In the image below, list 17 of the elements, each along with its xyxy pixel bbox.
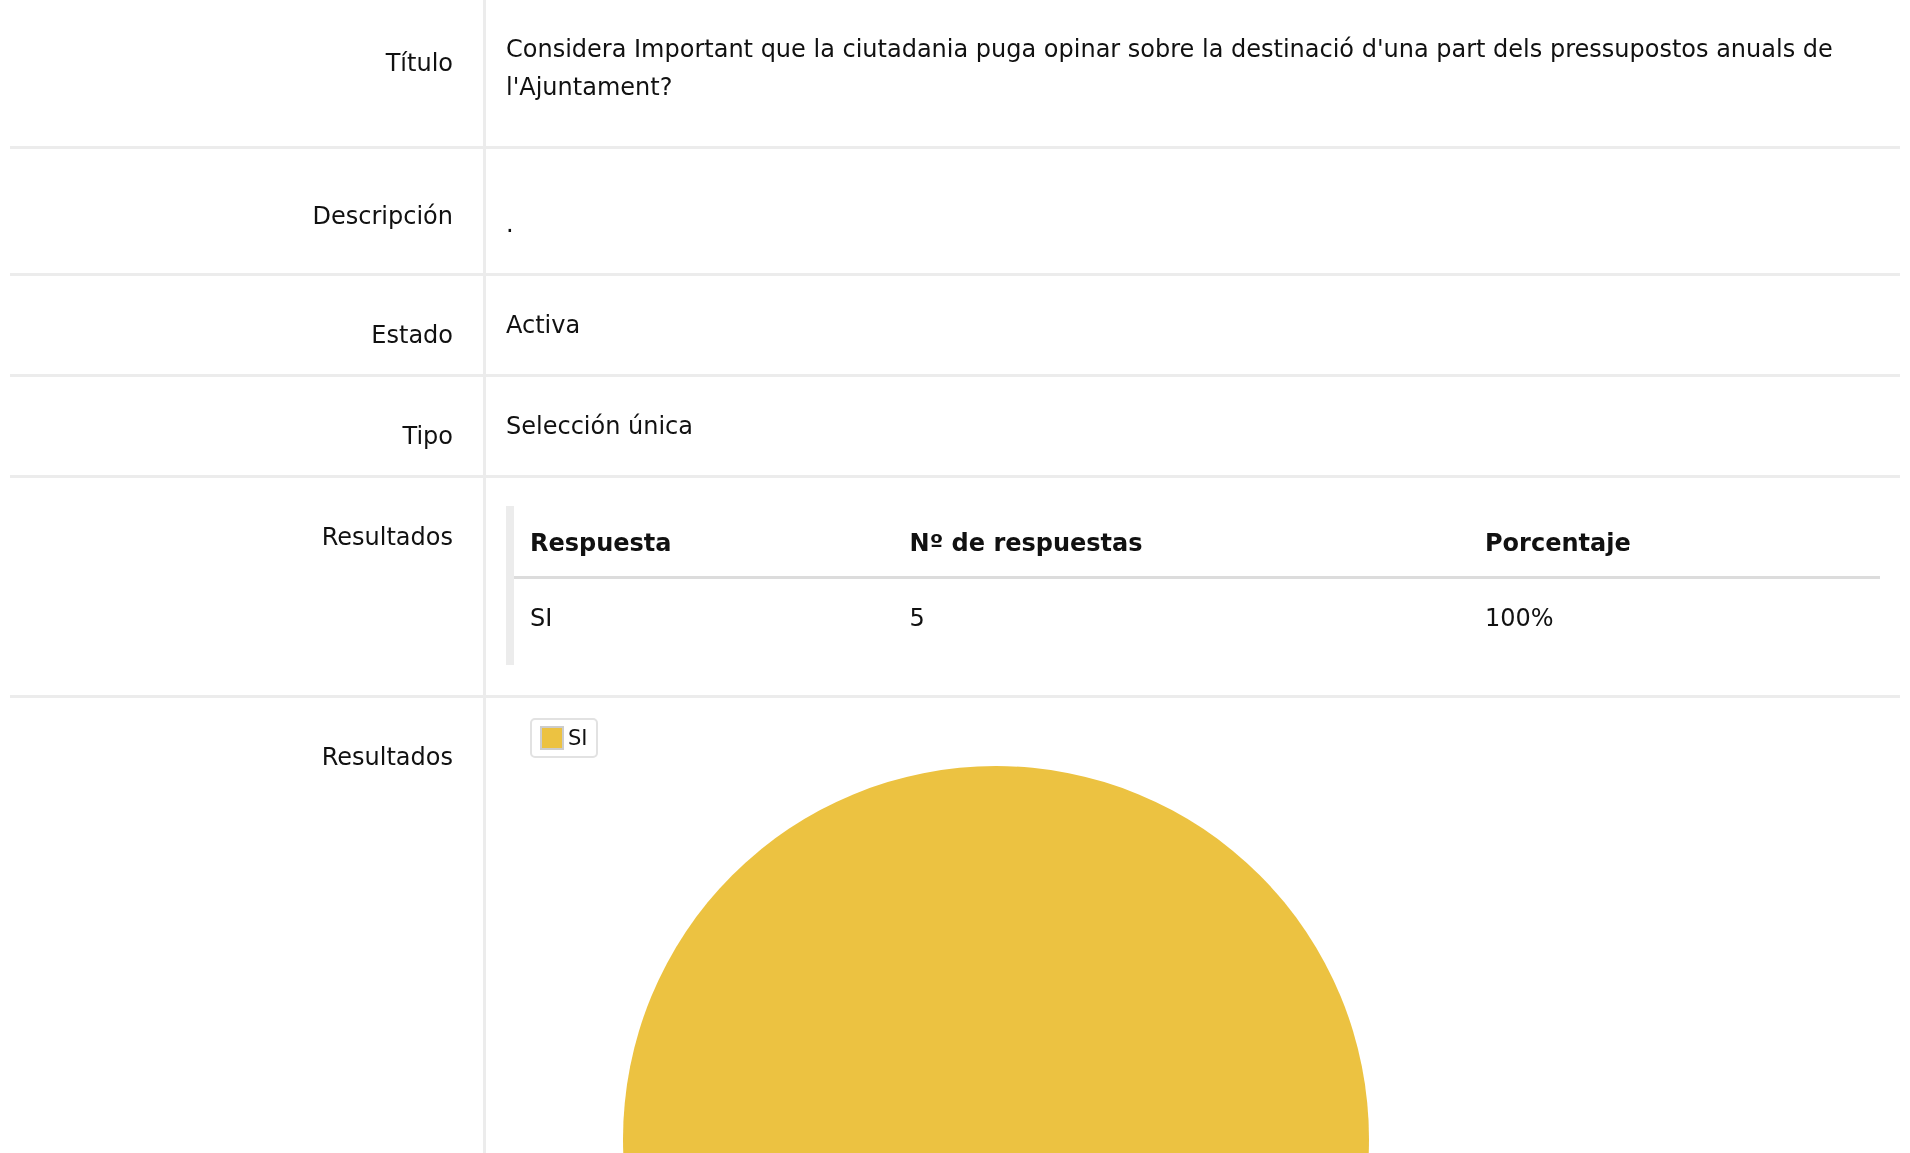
field-value: Selección única — [506, 412, 693, 440]
table-cell: 5 — [893, 577, 1469, 665]
column-header: Respuesta — [510, 506, 894, 578]
field-value: . — [506, 210, 514, 238]
field-label: Tipo — [402, 422, 453, 450]
field-label: Resultados — [321, 743, 453, 771]
column-header: Nº de respuestas — [893, 506, 1469, 578]
column-header: Porcentaje — [1469, 506, 1880, 578]
legend-item: SI — [530, 718, 598, 758]
field-value: Activa — [506, 311, 581, 339]
table-cell: SI — [510, 577, 894, 665]
field-label: Resultados — [321, 523, 453, 551]
field-label: Estado — [371, 321, 453, 349]
field-value: Considera Important que la ciutadania puga opinar sobre la destinació d'una part dels pressupostos anuals de l'Ajuntament? — [506, 35, 1833, 101]
field-label: Título — [385, 49, 453, 77]
field-label: Descripción — [312, 202, 453, 230]
table-cell: 100% — [1469, 577, 1880, 665]
